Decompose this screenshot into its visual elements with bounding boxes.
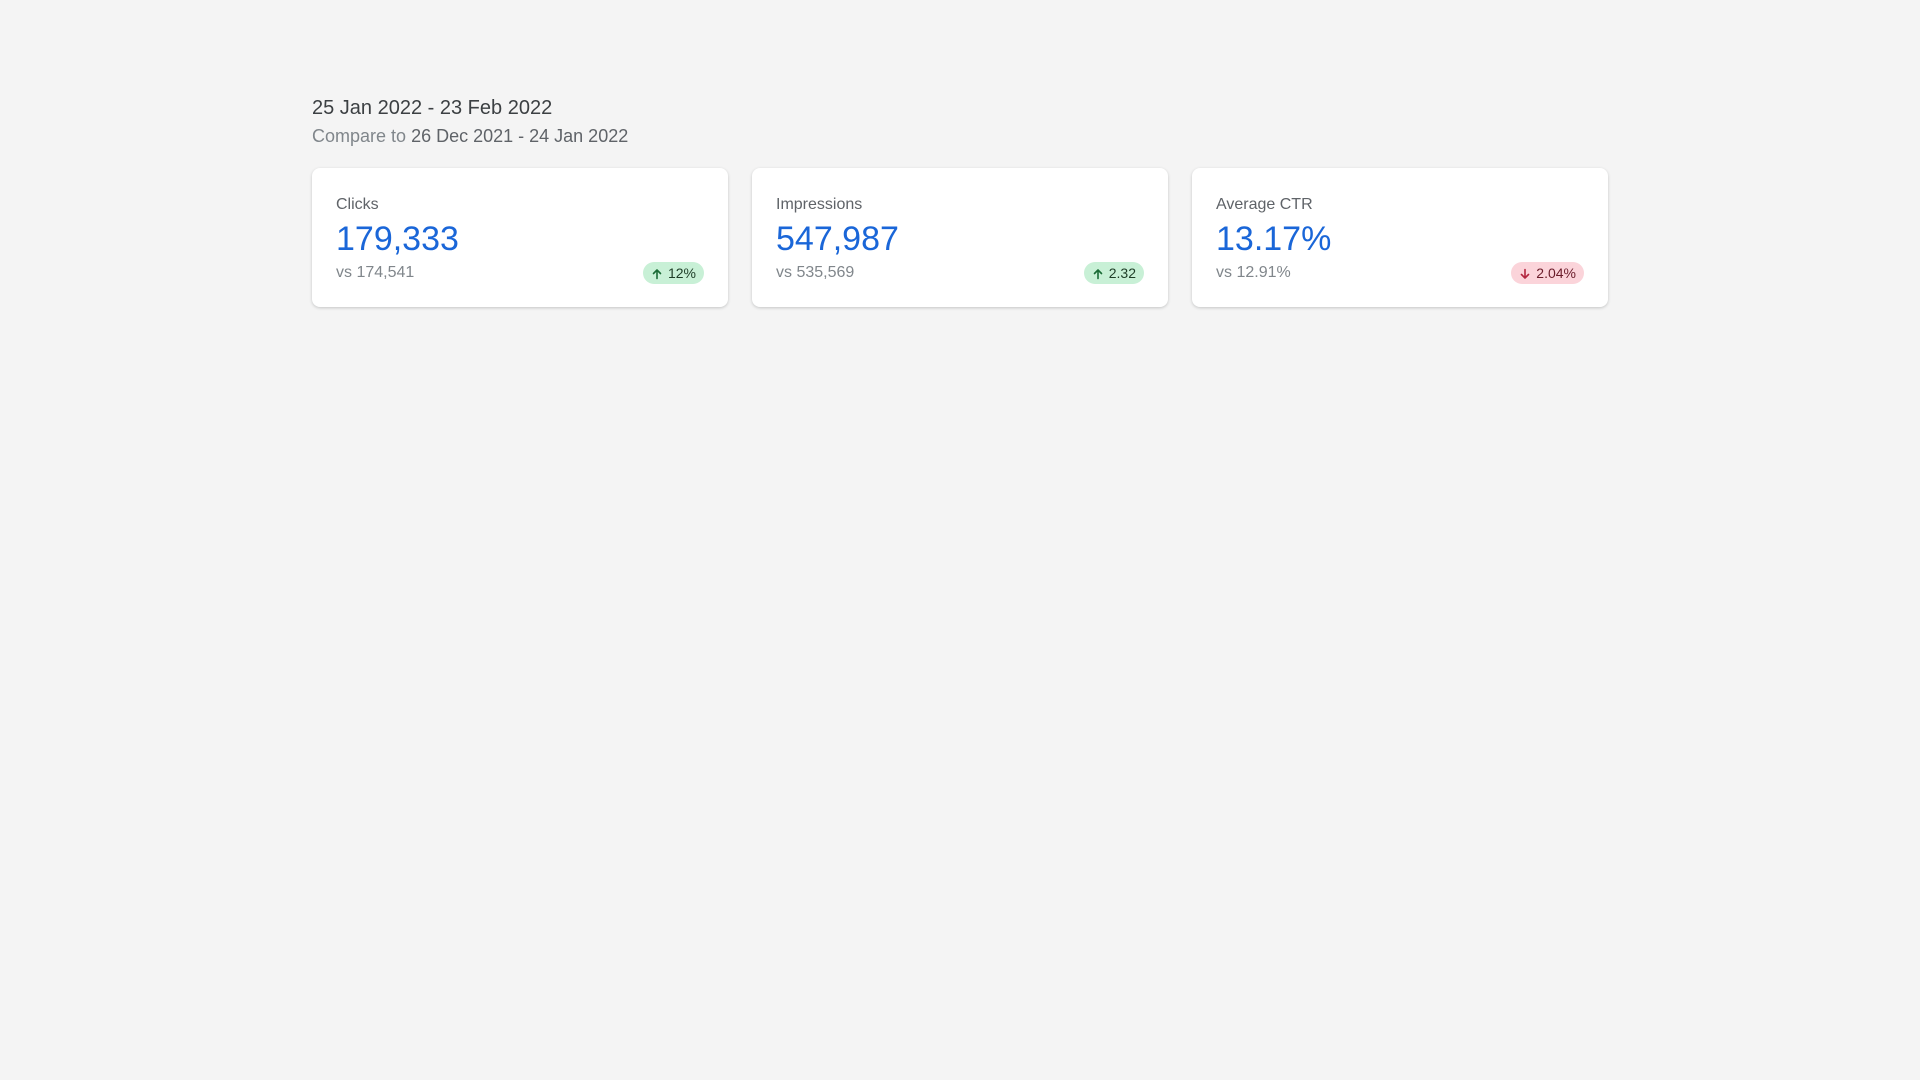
metric-value: 13.17% [1216,220,1332,259]
metric-compare: vs 174,541 [336,264,415,282]
compare-range-line: Compare to 26 Dec 2021 - 24 Jan 2022 [312,125,628,148]
metric-cards: Clicks 179,333 vs 174,541 12% Impression… [312,168,1608,307]
compare-prefix: Compare to [312,126,407,146]
change-value: 12% [667,265,696,282]
compare-range: 26 Dec 2021 - 24 Jan 2022 [411,126,629,146]
metric-label: Impressions [776,196,863,213]
metric-label: Average CTR [1216,196,1313,213]
arrow-down-icon [1519,267,1531,280]
metric-value: 179,333 [336,220,459,259]
arrow-up-icon [651,267,663,280]
change-value: 2.04% [1536,265,1576,282]
metric-compare: vs 535,569 [776,264,855,282]
metric-compare: vs 12.91% [1216,264,1291,282]
change-badge-down: 2.04% [1511,262,1584,285]
change-badge-up: 12% [642,262,704,285]
change-value: 2.32 [1108,265,1136,282]
metric-value: 547,987 [776,220,899,259]
metric-card-clicks[interactable]: Clicks 179,333 vs 174,541 12% [312,168,728,307]
date-range: 25 Jan 2022 - 23 Feb 2022 [312,97,553,119]
date-range-header: 25 Jan 2022 - 23 Feb 2022 Compare to 26 … [312,96,628,148]
metric-footer: vs 12.91% 2.04% [1216,262,1584,285]
metric-label: Clicks [336,196,379,213]
dashboard-page: 25 Jan 2022 - 23 Feb 2022 Compare to 26 … [0,0,1920,1080]
metric-card-average-ctr[interactable]: Average CTR 13.17% vs 12.91% 2.04% [1192,168,1608,307]
metric-card-impressions[interactable]: Impressions 547,987 vs 535,569 2.32 [752,168,1168,307]
change-badge-up: 2.32 [1083,262,1144,285]
metric-footer: vs 535,569 2.32 [776,262,1144,285]
arrow-up-icon [1092,267,1104,280]
metric-footer: vs 174,541 12% [336,262,704,285]
